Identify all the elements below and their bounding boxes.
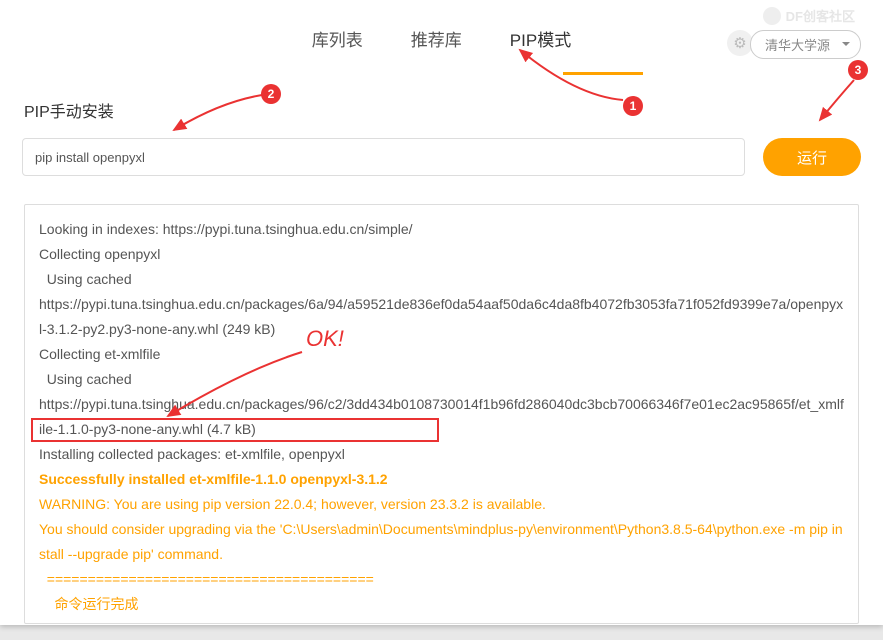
tab-pip-mode[interactable]: PIP模式 (510, 26, 571, 57)
output-line: Using cached (39, 367, 844, 392)
output-line: https://pypi.tuna.tsinghua.edu.cn/packag… (39, 392, 844, 442)
tab-lib-list[interactable]: 库列表 (312, 26, 363, 57)
output-line: ======================================== (39, 567, 844, 592)
output-line: Using cached (39, 267, 844, 292)
output-done-line: 命令运行完成 (39, 592, 844, 617)
section-title: PIP手动安装 (0, 76, 883, 138)
output-success-line: Successfully installed et-xmlfile-1.1.0 … (39, 467, 844, 492)
pip-command-input[interactable] (22, 138, 745, 176)
output-line: Looking in indexes: https://pypi.tuna.ts… (39, 217, 844, 242)
run-button[interactable]: 运行 (763, 138, 861, 176)
output-warning-line: You should consider upgrading via the 'C… (39, 517, 844, 567)
input-row: 运行 (0, 138, 883, 176)
output-warning-line: WARNING: You are using pip version 22.0.… (39, 492, 844, 517)
source-dropdown[interactable]: 清华大学源 (750, 30, 861, 59)
output-line: ======================================== (39, 617, 844, 624)
output-line: Collecting openpyxl (39, 242, 844, 267)
tab-recommend[interactable]: 推荐库 (411, 26, 462, 57)
output-line: Collecting et-xmlfile (39, 342, 844, 367)
output-line: https://pypi.tuna.tsinghua.edu.cn/packag… (39, 292, 844, 342)
tab-bar: 库列表 推荐库 PIP模式 ⚙ 清华大学源 (0, 0, 883, 76)
output-terminal[interactable]: Looking in indexes: https://pypi.tuna.ts… (24, 204, 859, 624)
output-line: Installing collected packages: et-xmlfil… (39, 442, 844, 467)
